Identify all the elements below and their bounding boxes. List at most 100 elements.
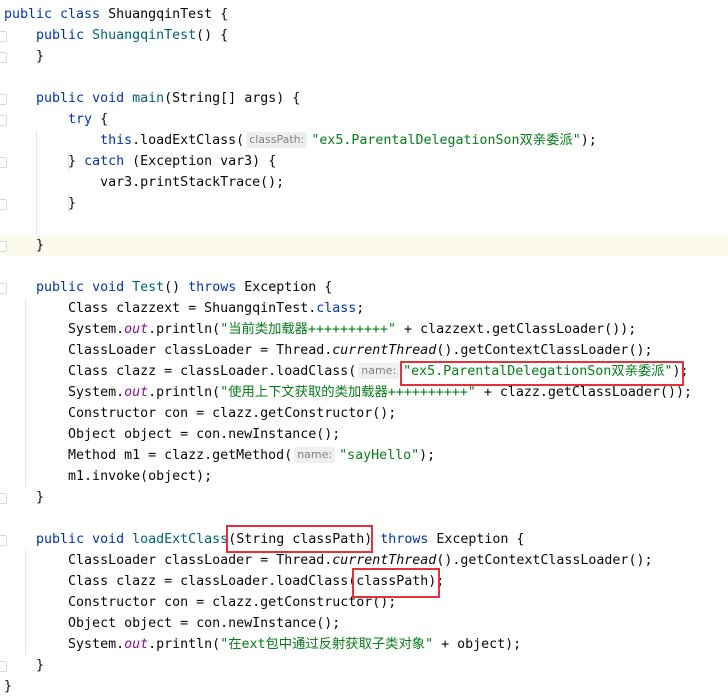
code-token: Exception {	[244, 280, 333, 295]
code-line[interactable]: public void Test() throws Exception {	[0, 277, 728, 298]
code-token: out	[124, 637, 149, 652]
code-line[interactable]: } catch (Exception var3) {	[0, 151, 728, 172]
code-line[interactable]	[0, 214, 728, 235]
code-token: main	[132, 91, 165, 106]
fold-icon[interactable]	[0, 115, 7, 126]
code-token: "当前类加载器++++++++++"	[220, 322, 397, 337]
code-token: currentThread	[332, 553, 437, 568]
code-token: Constructor con = clazz.getConstructor()…	[4, 406, 397, 421]
code-token: var3.printStackTrace();	[4, 175, 285, 190]
code-token: + clazzext.getClassLoader());	[396, 322, 637, 337]
code-line[interactable]: }	[0, 193, 728, 214]
code-token: ()	[164, 280, 189, 295]
code-token: throws	[188, 280, 245, 295]
code-token: try	[68, 112, 93, 127]
code-line[interactable]: }	[0, 46, 728, 67]
fold-icon[interactable]	[0, 52, 7, 63]
code-token: catch	[84, 154, 125, 169]
code-token: "在ext包中通过反射获取子类对象"	[220, 637, 434, 652]
code-token: this	[100, 133, 133, 148]
code-token: }	[4, 679, 13, 694]
fold-icon[interactable]	[0, 31, 7, 42]
code-token: Object object = con.newInstance();	[4, 427, 341, 442]
code-line[interactable]: }	[0, 655, 728, 676]
fold-icon[interactable]	[0, 94, 7, 105]
code-token: (Exception var3) {	[124, 154, 277, 169]
code-line[interactable]: Method m1 = clazz.getMethod(name: "sayHel…	[0, 445, 728, 466]
highlight-box-loadclass-string	[400, 361, 684, 386]
code-token: );	[580, 133, 597, 148]
fold-icon[interactable]	[0, 199, 7, 210]
fold-icon[interactable]	[0, 241, 7, 252]
code-token: }	[4, 490, 45, 505]
code-token: .loadExtClass(	[132, 133, 245, 148]
code-token: Test	[132, 280, 165, 295]
code-token: loadExtClass	[132, 532, 229, 547]
code-token: System.	[4, 322, 125, 337]
code-line[interactable]: this.loadExtClass(classPath: "ex5.Parenta…	[0, 130, 728, 151]
code-line[interactable]: Object object = con.newInstance();	[0, 424, 728, 445]
highlight-box-parameter	[226, 525, 373, 553]
code-token: Method m1 = clazz.getMethod(	[4, 448, 293, 463]
code-token: "ex5.ParentalDelegationSon双亲委派"	[311, 133, 581, 148]
code-token: Exception {	[436, 532, 525, 547]
code-token: Class clazz = classLoader.loadClass(	[4, 364, 357, 379]
code-line[interactable]: ClassLoader classLoader = Thread.current…	[0, 340, 728, 361]
code-line[interactable]: public ShuangqinTest() {	[0, 25, 728, 46]
parameter-hint: name:	[358, 363, 400, 379]
code-token: ShuangqinTest {	[108, 7, 229, 22]
code-token: () {	[196, 28, 229, 43]
code-token: Constructor con = clazz.getConstructor()…	[4, 595, 397, 610]
code-line[interactable]: }	[0, 676, 728, 697]
code-token: .println(	[148, 637, 221, 652]
code-line[interactable]: Object object = con.newInstance();	[0, 613, 728, 634]
code-token: ShuangqinTest	[92, 28, 197, 43]
parameter-hint: name:	[294, 447, 336, 463]
code-token: (String[] args) {	[164, 91, 301, 106]
fold-icon[interactable]	[0, 535, 7, 546]
code-token: currentThread	[332, 343, 437, 358]
code-line[interactable]: try {	[0, 109, 728, 130]
code-token: public void	[36, 91, 133, 106]
fold-icon[interactable]	[0, 157, 7, 168]
code-line[interactable]: public class ShuangqinTest {	[0, 4, 728, 25]
code-token: ClassLoader classLoader = Thread.	[4, 343, 333, 358]
code-token: System.	[4, 385, 125, 400]
code-token: "sayHello"	[339, 448, 420, 463]
code-line[interactable]: var3.printStackTrace();	[0, 172, 728, 193]
code-line[interactable]: }	[0, 487, 728, 508]
fold-icon[interactable]	[0, 283, 7, 294]
code-token: .println(	[148, 322, 221, 337]
code-token: public class	[4, 7, 109, 22]
code-token: public void	[36, 280, 133, 295]
code-line[interactable]: Class clazzext = ShuangqinTest.class;	[0, 298, 728, 319]
code-token: ().getContextClassLoader();	[436, 553, 653, 568]
code-line[interactable]: m1.invoke(object);	[0, 466, 728, 487]
code-line[interactable]: Constructor con = clazz.getConstructor()…	[0, 403, 728, 424]
code-line[interactable]: System.out.println("在ext包中通过反射获取子类对象" + …	[0, 634, 728, 655]
code-token: "使用上下文获取的类加载器++++++++++"	[220, 385, 476, 400]
code-line[interactable]	[0, 67, 728, 88]
fold-icon[interactable]	[0, 493, 7, 504]
code-token: {	[92, 112, 109, 127]
code-token: + clazz.getClassLoader());	[475, 385, 692, 400]
code-line[interactable]: System.out.println("当前类加载器++++++++++" + …	[0, 319, 728, 340]
code-token: public void	[36, 532, 133, 547]
code-token: ;	[356, 301, 365, 316]
code-token: class	[316, 301, 357, 316]
code-line[interactable]: public void main(String[] args) {	[0, 88, 728, 109]
fold-icon[interactable]	[0, 661, 7, 672]
code-token: }	[4, 49, 45, 64]
code-token: Object object = con.newInstance();	[4, 616, 341, 631]
code-line[interactable]: }	[0, 235, 728, 256]
code-line[interactable]	[0, 256, 728, 277]
code-token: }	[4, 658, 45, 673]
code-token: + object);	[433, 637, 522, 652]
code-token: System.	[4, 637, 125, 652]
code-token: ().getContextClassLoader();	[436, 343, 653, 358]
